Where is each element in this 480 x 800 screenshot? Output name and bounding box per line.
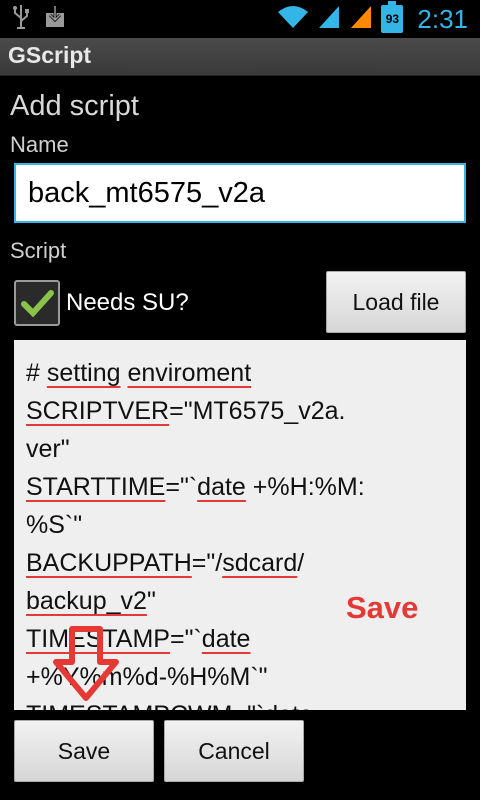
app-title-bar: GScript: [0, 38, 480, 76]
app-title: GScript: [8, 42, 92, 68]
download-icon: [44, 5, 66, 34]
cancel-button[interactable]: Cancel: [164, 720, 304, 782]
name-label: Name: [10, 132, 69, 157]
save-button[interactable]: Save: [14, 720, 154, 782]
script-line: backup_v2": [26, 587, 156, 615]
script-label: Script: [10, 238, 67, 263]
usb-icon: [12, 4, 30, 35]
signal-icon: [349, 4, 373, 35]
wifi-icon: [277, 4, 309, 35]
page-title: Add script: [10, 90, 139, 122]
script-line: BACKUPPATH="/sdcard/: [26, 549, 305, 577]
script-line: SCRIPTVER="MT6575_v2a.: [26, 397, 346, 425]
needs-su-label: Needs SU?: [66, 289, 189, 316]
signal-icon: [317, 4, 341, 35]
annotation-text: Save: [346, 590, 419, 625]
clock: 2:31: [417, 3, 468, 34]
script-line: ver": [26, 435, 70, 463]
name-input[interactable]: back_mt6575_v2a: [14, 163, 466, 223]
status-bar: 93 2:31: [0, 0, 480, 38]
script-line: STARTTIME="`date +%H:%M:: [26, 473, 365, 501]
load-file-button[interactable]: Load file: [326, 271, 466, 333]
battery-icon: 93: [381, 1, 404, 33]
script-line: %S`": [26, 511, 83, 539]
battery-level: 93: [385, 12, 400, 26]
checkmark-icon: [21, 290, 54, 318]
script-line: # setting enviroment: [26, 359, 252, 387]
needs-su-checkbox[interactable]: [14, 280, 60, 326]
down-arrow-icon: [53, 626, 119, 701]
